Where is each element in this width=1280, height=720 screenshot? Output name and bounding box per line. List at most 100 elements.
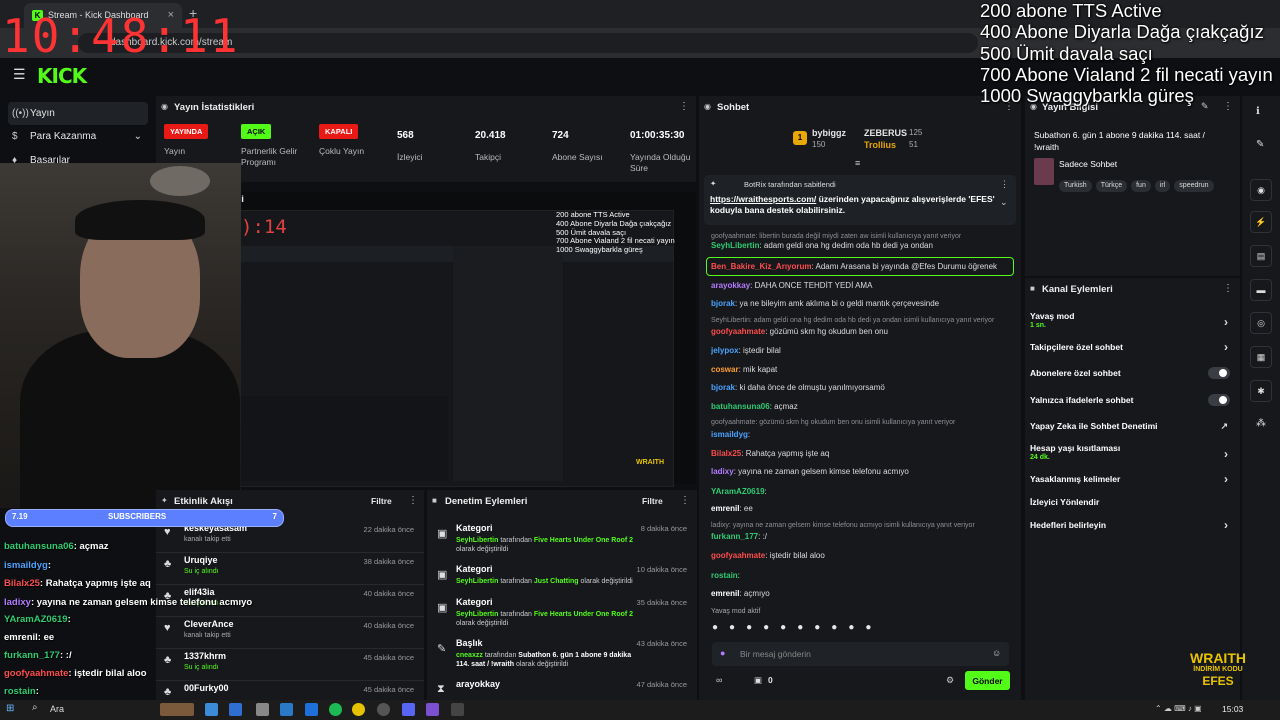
tag[interactable]: fun	[1131, 180, 1151, 192]
activity-user[interactable]: 1337khrm	[184, 651, 226, 661]
kick-logo[interactable]: KICK	[37, 64, 87, 88]
info-circle-icon[interactable]: ℹ	[1256, 106, 1260, 117]
chat-username[interactable]: arayokkay	[711, 281, 750, 290]
community-icon[interactable]: ⁂	[1256, 418, 1266, 429]
chat-username[interactable]: ismaildyg	[711, 430, 748, 439]
wrench-icon[interactable]: ✱	[1250, 380, 1272, 402]
action-followers-only[interactable]: Takipçilere özel sohbet ›	[1030, 340, 1230, 354]
chat-username[interactable]: emrenil	[711, 504, 739, 513]
action-banned-words[interactable]: Yasaklanmış kelimeler ›	[1030, 472, 1230, 486]
more-options-icon[interactable]: ⋮	[680, 495, 690, 506]
chat-username[interactable]: ladixy	[711, 467, 734, 476]
nav-item-yayin[interactable]: ((•))Yayın	[8, 102, 148, 125]
camera-icon[interactable]: ◉	[1250, 179, 1272, 201]
tag[interactable]: irl	[1154, 180, 1171, 192]
settings-gear-icon[interactable]: ⚙	[946, 675, 954, 686]
system-tray-icons[interactable]: ⌃ ☁ ⌨ ♪ ▣	[1155, 704, 1202, 713]
nav-item-para-kazanma[interactable]: $ Para Kazanma ⌄	[8, 125, 148, 148]
top-user[interactable]: bybiggz	[812, 128, 846, 138]
activity-user[interactable]: elif43ia	[184, 587, 215, 597]
chat-username[interactable]: goofyaahmate	[711, 551, 765, 560]
stack-icon[interactable]: ▦	[1250, 346, 1272, 368]
gift-icon[interactable]: ▣	[754, 675, 762, 686]
tag[interactable]: speedrun	[1174, 180, 1214, 192]
tag[interactable]: Türkçe	[1095, 180, 1128, 192]
more-options-icon[interactable]: ⋮	[408, 495, 418, 506]
chat-username[interactable]: emrenil	[711, 589, 739, 598]
action-account-age[interactable]: Hesap yaşı kısıtlaması 24 dk. ›	[1030, 443, 1230, 461]
mod-user[interactable]: SeyhLibertin	[456, 611, 498, 618]
chat-username[interactable]: jelypox	[711, 346, 739, 355]
app-icon[interactable]	[451, 703, 464, 716]
app-icon[interactable]	[256, 703, 269, 716]
chat-username[interactable]: Ben_Bakire_Kiz_Arıyorum	[711, 262, 811, 271]
obs-icon[interactable]	[377, 703, 390, 716]
expand-leaderboard-icon[interactable]: ≡	[855, 158, 860, 168]
activity-filter-button[interactable]: Filtre	[371, 496, 392, 506]
action-ai-moderation[interactable]: Yapay Zeka ile Sohbet Denetimi ↗	[1030, 421, 1230, 431]
chat-bubble-icon[interactable]: ▬	[1250, 279, 1272, 301]
toggle-switch[interactable]	[1208, 367, 1230, 379]
send-button[interactable]: Gönder	[965, 671, 1010, 690]
toggle-switch[interactable]	[1208, 394, 1230, 406]
chat-username[interactable]: rostain	[711, 571, 738, 580]
moderation-filter-button[interactable]: Filtre	[642, 496, 663, 506]
emoji-icon[interactable]: ☺	[992, 648, 1001, 658]
chat-username[interactable]: goofyaahmate	[711, 327, 765, 336]
top-user[interactable]: Trollius	[864, 140, 896, 150]
chat-username[interactable]: batuhansuna06	[711, 402, 770, 411]
more-options-icon[interactable]: ⋮	[1223, 283, 1233, 294]
chat-input[interactable]: ● Bir mesaj gönderin ☺	[712, 642, 1009, 666]
spotify-icon[interactable]	[329, 703, 342, 716]
category-thumbnail[interactable]	[1034, 158, 1054, 185]
mod-user[interactable]: cneaxzz	[456, 652, 483, 659]
top-value: 150	[812, 140, 826, 149]
action-raid[interactable]: İzleyici Yönlendir	[1030, 497, 1230, 507]
action-set-goals[interactable]: Hedefleri belirleyin ›	[1030, 518, 1230, 532]
search-icon[interactable]: ⌕	[32, 702, 38, 713]
chrome-icon[interactable]	[352, 703, 365, 716]
activity-user[interactable]: CleverAnce	[184, 619, 234, 629]
chat-reply-context: SeyhLibertin: adam geldi ona hg dedim od…	[711, 315, 1011, 326]
emote-bar[interactable]: ●●●●●●●●●●	[712, 622, 1012, 636]
chat-username[interactable]: SeyhLibertin	[711, 241, 759, 250]
app-icon[interactable]	[426, 703, 439, 716]
more-options-icon[interactable]: ⋮	[1000, 179, 1009, 190]
chat-username[interactable]: coswar	[711, 365, 739, 374]
broadcast-icon[interactable]: ◎	[1250, 312, 1272, 334]
top-user[interactable]: ZEBERUS	[864, 128, 907, 138]
lightning-icon[interactable]: ⚡	[1250, 211, 1272, 233]
taskbar-search[interactable]: Ara	[50, 704, 64, 714]
store-icon[interactable]	[305, 703, 318, 716]
app-icon[interactable]	[229, 703, 242, 716]
mod-user[interactable]: SeyhLibertin	[456, 537, 498, 544]
discord-icon[interactable]	[402, 703, 415, 716]
mail-icon[interactable]	[280, 703, 293, 716]
action-subscribers-only[interactable]: Abonelere özel sohbet	[1030, 367, 1230, 379]
chat-username[interactable]: YAramAZ0619	[711, 487, 765, 496]
action-emotes-only[interactable]: Yalnızca ifadelerle sohbet	[1030, 394, 1230, 406]
more-options-icon[interactable]: ⋮	[679, 101, 689, 112]
category-name[interactable]: Sadece Sohbet	[1059, 159, 1117, 169]
broadcast-icon: ((•))	[12, 108, 29, 119]
chevron-down-icon[interactable]: ⌄	[1000, 197, 1008, 208]
edge-icon[interactable]	[205, 703, 218, 716]
microphone-icon[interactable]: ●	[720, 648, 725, 658]
hamburger-menu-icon[interactable]: ☰	[13, 66, 26, 83]
pinned-link[interactable]: https://wraithesports.com/	[710, 194, 816, 204]
chat-username[interactable]: bjorak	[711, 299, 735, 308]
document-icon[interactable]: ▤	[1250, 245, 1272, 267]
taskbar-widget-icon[interactable]	[160, 703, 194, 716]
pencil-icon[interactable]: ✎	[1256, 139, 1264, 150]
chat-username[interactable]: furkann_177	[711, 532, 758, 541]
chat-username[interactable]: bjorak	[711, 383, 735, 392]
activity-user[interactable]: 00Furky00	[184, 683, 229, 693]
tag[interactable]: Turkish	[1059, 180, 1092, 192]
activity-user[interactable]: Uruqiye	[184, 555, 218, 565]
top-supporter-icon: 1	[793, 131, 807, 145]
windows-start-icon[interactable]: ⊞	[6, 703, 14, 714]
mod-user[interactable]: SeyhLibertin	[456, 578, 498, 585]
action-slow-mode[interactable]: Yavaş mod 1 sn. ›	[1030, 311, 1230, 329]
connection-icon[interactable]: ∞	[716, 675, 722, 685]
chat-username[interactable]: Bilalx25	[711, 449, 741, 458]
